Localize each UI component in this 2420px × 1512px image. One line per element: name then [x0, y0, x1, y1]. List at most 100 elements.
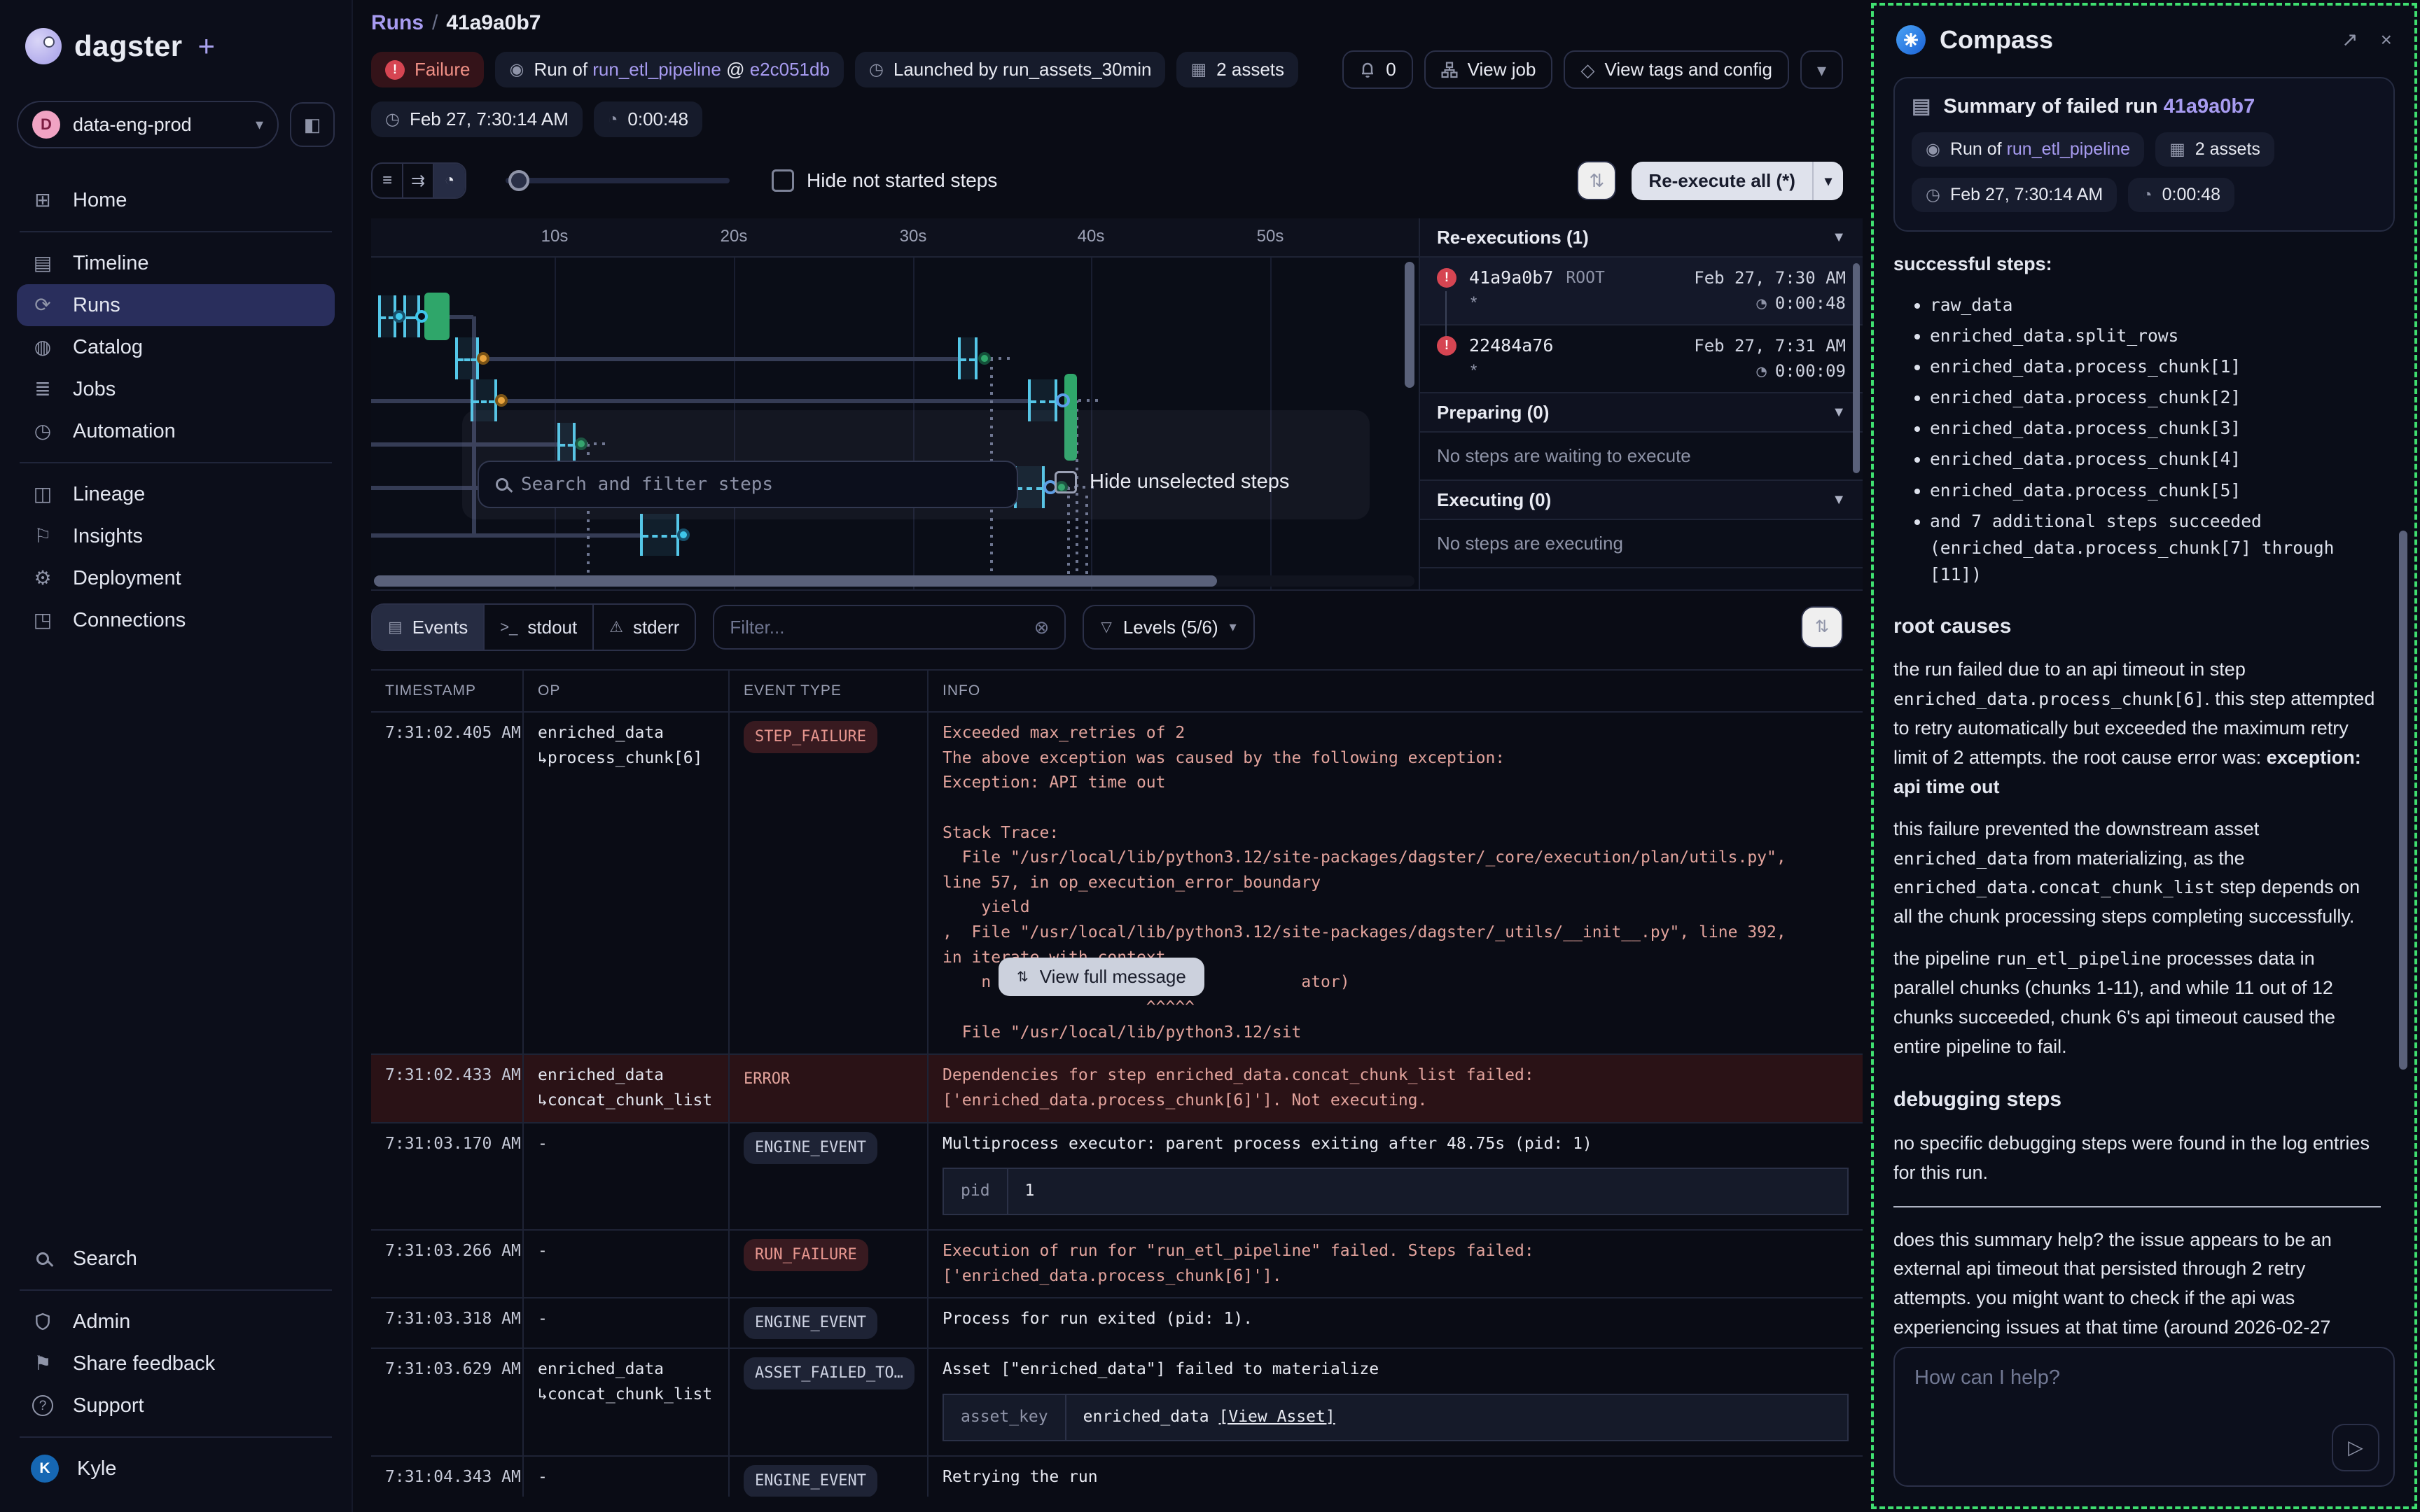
- log-filter-input[interactable]: Filter... ⊗: [713, 605, 1066, 650]
- step-marker-dot[interactable]: [393, 310, 405, 323]
- event-type-badge: STEP_FAILURE: [744, 721, 877, 753]
- dagster-app: dagster + D data-eng-prod ▾ ◧ ⊞Home▤Time…: [0, 0, 2420, 1512]
- section-header-executing[interactable]: Executing (0)▼: [1420, 481, 1863, 520]
- reexecution-order-button[interactable]: ⇅: [1577, 161, 1616, 200]
- gantt-vertical-scrollbar[interactable]: [1405, 262, 1414, 388]
- sidebar-item-search[interactable]: Search: [17, 1238, 335, 1280]
- re-executions-header[interactable]: Re-executions (1)▼: [1420, 218, 1863, 258]
- step-marker-dot[interactable]: [477, 352, 489, 365]
- log-event-type: STEP_FAILURE: [730, 713, 929, 1054]
- sidebar-item-lineage[interactable]: ◫Lineage: [17, 473, 335, 515]
- chevron-down-icon: ▾: [256, 117, 263, 132]
- sidebar-item-home[interactable]: ⊞Home: [17, 179, 335, 221]
- sidebar-item-timeline[interactable]: ▤Timeline: [17, 242, 335, 284]
- tab-stdout[interactable]: >_stdout: [485, 605, 594, 650]
- duration-value: 0:00:09: [1775, 361, 1846, 381]
- hide-unselected-label: Hide unselected steps: [1090, 470, 1289, 493]
- run-id-link[interactable]: 41a9a0b7: [1469, 267, 1553, 288]
- open-in-new-icon[interactable]: ↗: [2342, 30, 2358, 50]
- log-row[interactable]: 7:31:02.433 AMenriched_data ↳concat_chun…: [371, 1055, 1863, 1123]
- sidebar-item-automation[interactable]: ◷Automation: [17, 410, 335, 452]
- step-marker-dot[interactable]: [1056, 393, 1070, 407]
- retry-guide-line: [1078, 399, 1102, 402]
- view-job-button[interactable]: View job: [1424, 50, 1553, 89]
- panel-scrollbar[interactable]: [1853, 263, 1860, 473]
- alerts-button[interactable]: 0: [1342, 50, 1412, 89]
- run-actions-menu-button[interactable]: ▾: [1800, 50, 1843, 89]
- log-sort-button[interactable]: ⇅: [1801, 606, 1843, 648]
- re-execute-dropdown[interactable]: ▾: [1812, 162, 1843, 200]
- breadcrumb-run-id: 41a9a0b7: [446, 11, 541, 34]
- log-row[interactable]: 7:31:03.170 AM-ENGINE_EVENTMultiprocess …: [371, 1124, 1863, 1231]
- send-message-button[interactable]: ▷: [2332, 1424, 2379, 1471]
- sidebar-item-admin[interactable]: Admin: [17, 1301, 335, 1343]
- scrollbar-thumb[interactable]: [374, 575, 1217, 587]
- sidebar-item-insights[interactable]: ⚐Insights: [17, 515, 335, 557]
- summary-paragraph: the pipeline run_etl_pipeline processes …: [1893, 944, 2381, 1061]
- log-row[interactable]: 7:31:04.343 AM-ENGINE_EVENTRetrying the …: [371, 1457, 1863, 1497]
- step-bar-succeeded[interactable]: [424, 293, 450, 340]
- flat-view-button[interactable]: ≡: [373, 164, 403, 197]
- step-marker-dot[interactable]: [495, 394, 508, 407]
- sidebar-item-support[interactable]: ?Support: [17, 1385, 335, 1427]
- sidebar: dagster + D data-eng-prod ▾ ◧ ⊞Home▤Time…: [0, 0, 353, 1512]
- sidebar-item-catalog[interactable]: ◍Catalog: [17, 326, 335, 368]
- levels-dropdown[interactable]: ▽ Levels (5/6) ▾: [1083, 605, 1254, 650]
- hide-unselected-checkbox[interactable]: [1055, 471, 1077, 493]
- run-of-pill: ◉Run of run_etl_pipeline @ e2c051db: [495, 52, 843, 88]
- pipeline-link[interactable]: run_etl_pipeline: [592, 59, 721, 80]
- re-execution-run-row[interactable]: !41a9a0b7ROOTFeb 27, 7:30 AM*◔0:00:48: [1420, 258, 1863, 326]
- log-info-text: Asset ["enriched_data"] failed to materi…: [943, 1357, 1849, 1382]
- sidebar-item-jobs[interactable]: ≣Jobs: [17, 368, 335, 410]
- timed-view-button[interactable]: ◔: [434, 164, 465, 197]
- re-execution-run-row[interactable]: !22484a76Feb 27, 7:31 AM*◔0:00:09: [1420, 326, 1863, 393]
- summary-run-id-link[interactable]: 41a9a0b7: [2164, 95, 2255, 118]
- step-bar-pending[interactable]: [455, 337, 479, 379]
- hide-not-started-checkbox[interactable]: [772, 169, 794, 192]
- view-full-message-button[interactable]: ⇅View full message: [999, 958, 1204, 996]
- tab-events[interactable]: ▤Events: [373, 605, 485, 650]
- log-timestamp: 7:31:03.629 AM: [371, 1349, 524, 1455]
- log-row[interactable]: 7:31:03.629 AMenriched_data ↳concat_chun…: [371, 1349, 1863, 1456]
- waterfall-view-button[interactable]: ⇉: [403, 164, 434, 197]
- nav-divider: [20, 462, 332, 463]
- step-bar-pending[interactable]: [958, 337, 978, 379]
- view-tags-config-button[interactable]: ◇View tags and config: [1564, 50, 1788, 89]
- log-info-text: Execution of run for "run_etl_pipeline" …: [943, 1239, 1849, 1289]
- log-row[interactable]: 7:31:03.266 AM-RUN_FAILUREExecution of r…: [371, 1231, 1863, 1298]
- breadcrumb-runs-link[interactable]: Runs: [371, 11, 424, 34]
- sidebar-collapse-button[interactable]: ◧: [290, 102, 335, 147]
- step-marker-dot[interactable]: [677, 528, 690, 541]
- sidebar-item-kyle[interactable]: KKyle: [17, 1448, 335, 1490]
- step-search-input[interactable]: Search and filter steps: [478, 461, 1018, 508]
- dependency-line: [371, 399, 471, 403]
- log-row[interactable]: 7:31:03.318 AM-ENGINE_EVENTProcess for r…: [371, 1298, 1863, 1349]
- step-bar-pending[interactable]: [640, 514, 679, 556]
- sidebar-item-connections[interactable]: ◳Connections: [17, 599, 335, 641]
- workspace-switcher[interactable]: D data-eng-prod ▾: [17, 101, 279, 148]
- step-marker-dot[interactable]: [978, 352, 991, 365]
- gantt-horizontal-scrollbar[interactable]: [374, 575, 1414, 587]
- commit-link[interactable]: e2c051db: [750, 59, 830, 80]
- summary-pipeline-link[interactable]: run_etl_pipeline: [2007, 139, 2131, 159]
- failure-icon: !: [1437, 336, 1456, 356]
- sidebar-item-share-feedback[interactable]: ⚑Share feedback: [17, 1343, 335, 1385]
- close-icon[interactable]: ×: [2381, 30, 2392, 50]
- slider-knob[interactable]: [508, 170, 529, 191]
- tab-stderr[interactable]: ⚠stderr: [594, 605, 695, 650]
- log-filter-placeholder: Filter...: [730, 617, 784, 638]
- log-row[interactable]: 7:31:02.405 AMenriched_data ↳process_chu…: [371, 713, 1863, 1055]
- assets-pill[interactable]: ▦2 assets: [1176, 52, 1298, 88]
- re-execute-all-button[interactable]: Re-execute all (*) ▾: [1632, 162, 1843, 200]
- metadata-link[interactable]: [View Asset]: [1219, 1408, 1335, 1426]
- step-marker-dot[interactable]: [415, 310, 428, 323]
- sidebar-item-runs[interactable]: ⟳Runs: [17, 284, 335, 326]
- section-header-preparing[interactable]: Preparing (0)▼: [1420, 393, 1863, 433]
- clear-filter-icon[interactable]: ⊗: [1034, 618, 1050, 636]
- sidebar-item-deployment[interactable]: ⚙Deployment: [17, 557, 335, 599]
- gantt-zoom-slider[interactable]: [506, 178, 730, 183]
- compass-scrollbar[interactable]: [2399, 531, 2407, 1070]
- run-id-link[interactable]: 22484a76: [1469, 335, 1553, 356]
- compass-chat-input[interactable]: How can I help? ▷: [1893, 1347, 2395, 1487]
- sidebar-bottom-nav: Search Admin⚑Share feedback?Support KKyle: [17, 1238, 335, 1490]
